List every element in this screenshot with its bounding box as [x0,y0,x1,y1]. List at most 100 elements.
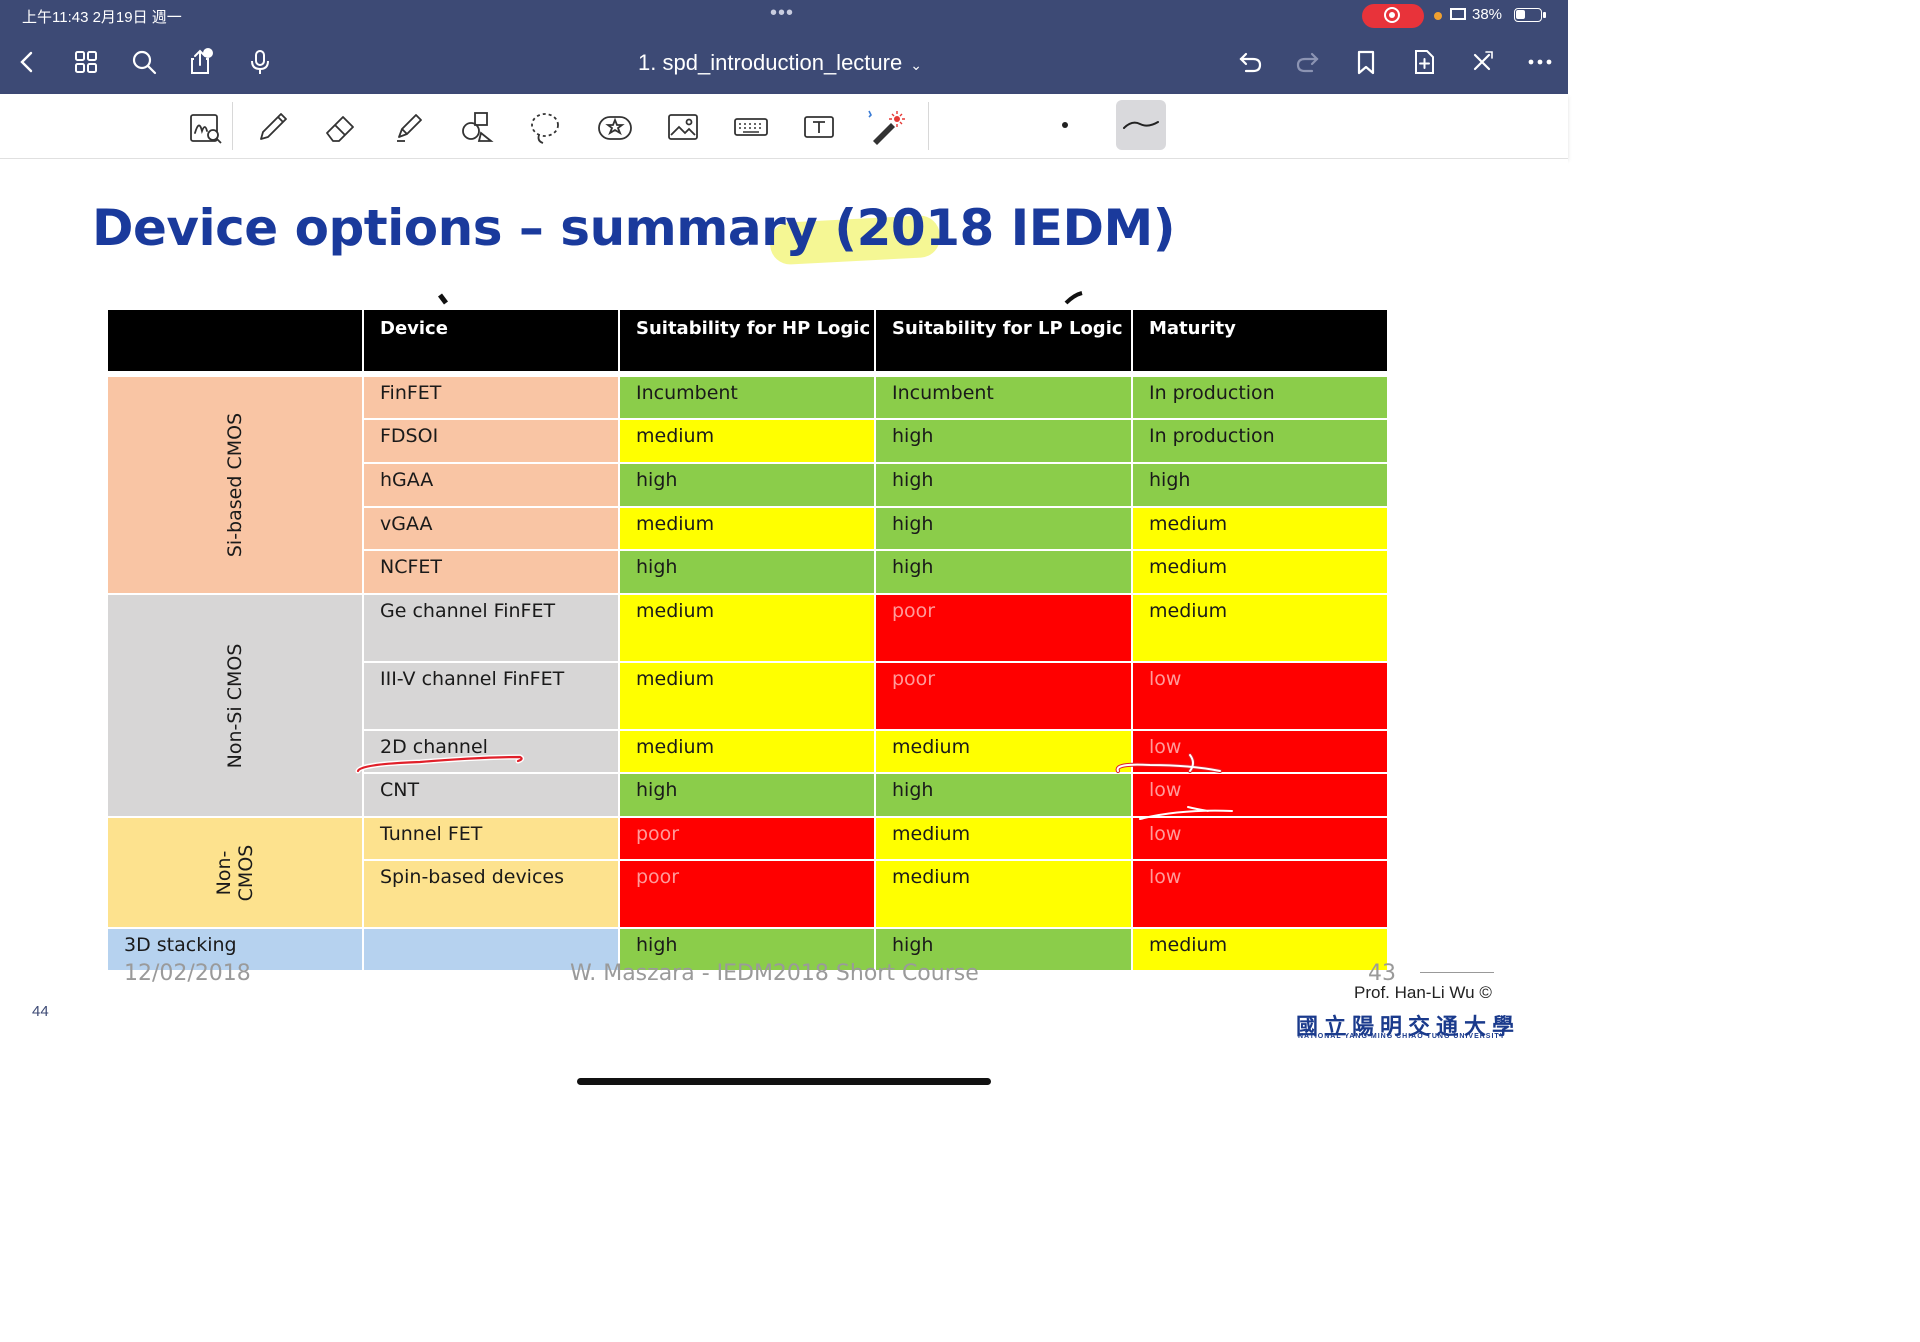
microphone-in-use-dot [1434,12,1442,20]
pen-icon[interactable] [250,104,296,150]
record-icon [1384,7,1400,23]
hp-cell: medium [618,661,876,731]
lp-cell: high [874,772,1133,818]
lp-cell: high [874,549,1133,595]
maturity-cell: medium [1131,593,1389,663]
battery-nub [1543,12,1546,18]
hp-cell: medium [618,593,876,663]
more-icon[interactable] [1522,44,1558,80]
pen-width-dot[interactable] [1062,122,1068,128]
battery-percentage: 38% [1472,6,1503,23]
device-cell: FinFET [362,375,620,420]
document-nav-bar: 1. spd_introduction_lecture ⌄ [0,32,1568,94]
maturity-cell: medium [1131,506,1389,551]
university-english-name: NATIONAL YANG MING CHIAO TUNG UNIVERSITY [1298,1033,1506,1040]
device-cell: hGAA [362,462,620,508]
microphone-icon[interactable] [242,44,278,80]
maturity-cell: medium [1131,927,1389,972]
keyboard-icon[interactable] [728,104,774,150]
device-cell: Spin-based devices [362,859,620,929]
device-cell: Tunnel FET [362,816,620,861]
device-cell: NCFET [362,549,620,595]
lp-cell: poor [874,593,1133,663]
battery-fill [1516,10,1525,19]
black-ink-mark [1064,291,1083,305]
search-icon[interactable] [126,44,162,80]
lp-cell: high [874,462,1133,508]
device-cell: 2D channel [362,729,620,774]
share-icon[interactable] [182,44,218,80]
lp-cell: poor [874,661,1133,731]
document-title-menu[interactable]: 1. spd_introduction_lecture ⌄ [600,50,960,76]
slide-footer-date: 12/02/2018 [124,961,251,986]
table-row: Non- CMOS Tunnel FET poor medium low [106,816,1389,929]
lecturer-credit: Prof. Han-Li Wu © [1354,983,1492,1002]
battery-icon [1514,8,1546,22]
bookmark-icon[interactable] [1348,44,1384,80]
header-cell: Suitability for HP Logic [618,308,876,373]
maturity-cell: low [1131,859,1389,929]
page-number: 44 [32,1003,49,1020]
undo-icon[interactable] [1232,44,1268,80]
device-cell: CNT [362,772,620,818]
lp-cell: medium [874,816,1133,861]
hp-cell: high [618,462,876,508]
header-cell: Device [362,308,620,373]
maturity-cell: low [1131,661,1389,731]
table-row: Non-Si CMOS Ge channel FinFET medium poo… [106,593,1389,818]
black-ink-mark [438,293,448,305]
hp-cell: medium [618,418,876,464]
header-cell: Suitability for LP Logic [874,308,1133,373]
screen-recording-indicator[interactable] [1362,4,1424,28]
text-box-icon[interactable] [796,104,842,150]
lp-cell: high [874,506,1133,551]
redo-icon[interactable] [1290,44,1326,80]
sticker-icon[interactable] [592,104,638,150]
lp-cell: Incumbent [874,375,1133,420]
device-cell: vGAA [362,506,620,551]
device-cell: FDSOI [362,418,620,464]
stroke-style-button[interactable] [1116,100,1166,150]
table-row: Si-based CMOS FinFET Incumbent Incumbent… [106,375,1389,595]
hp-cell: medium [618,729,876,774]
add-page-icon[interactable] [1406,44,1442,80]
maturity-cell: high [1131,462,1389,508]
close-icon[interactable] [1464,44,1500,80]
hp-cell: medium [618,506,876,551]
image-icon[interactable] [660,104,706,150]
maturity-cell: In production [1131,418,1389,464]
grid-icon[interactable] [68,44,104,80]
status-time: 上午11:43 2月19日 週一 [22,9,182,26]
group-label: Si-based CMOS [224,412,246,558]
lasso-icon[interactable] [522,104,568,150]
multitasking-dots[interactable]: ••• [770,2,794,25]
slide-footer-source: W. Maszara - IEDM2018 Short Course [570,961,979,986]
home-indicator[interactable] [577,1078,991,1085]
device-cell: Ge channel FinFET [362,593,620,663]
hp-cell: Incumbent [618,375,876,420]
laser-pointer-icon[interactable] [862,104,908,150]
document-title: 1. spd_introduction_lecture [638,50,903,75]
table-header-row: Device Suitability for HP Logic Suitabil… [106,308,1389,373]
toolbar-divider [232,102,233,150]
note-page-canvas[interactable]: Device options – summary (2018 IEDM) Dev… [0,159,1568,1046]
group-label-line: Non- [213,850,235,895]
back-icon[interactable] [10,44,46,80]
group-cell-non-cmos: Non- CMOS [106,816,364,929]
group-label-line: CMOS [235,844,257,901]
handwriting-zoom-icon[interactable] [182,104,228,150]
hp-cell: poor [618,859,876,929]
group-label: Non-Si CMOS [224,643,246,768]
maturity-cell: low [1131,816,1389,861]
lp-cell: medium [874,859,1133,929]
eraser-icon[interactable] [318,104,364,150]
annotation-toolbar [0,94,1568,159]
group-cell-non-si-cmos: Non-Si CMOS [106,593,364,818]
header-cell: Maturity [1131,308,1389,373]
shapes-icon[interactable] [454,104,500,150]
slide-title: Device options – summary (2018 IEDM) [92,199,1176,257]
highlighter-icon[interactable] [386,104,432,150]
group-cell-si-cmos: Si-based CMOS [106,375,364,595]
status-bar: 上午11:43 2月19日 週一 ••• 38% [0,0,1568,32]
device-options-table: Device Suitability for HP Logic Suitabil… [106,308,1389,972]
